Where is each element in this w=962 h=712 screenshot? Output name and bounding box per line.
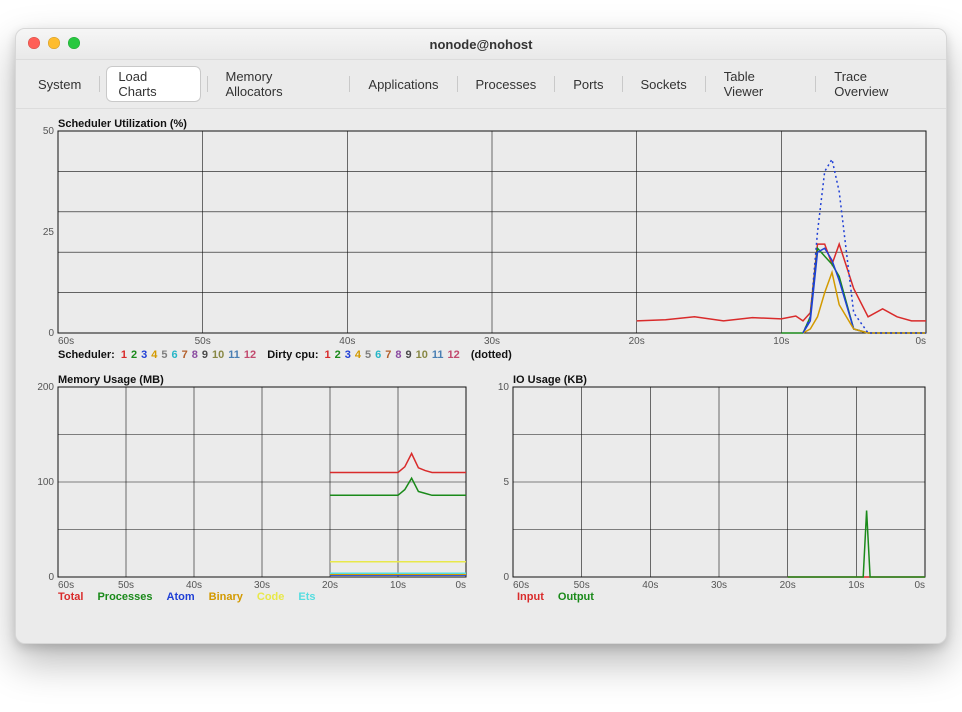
- svg-text:0s: 0s: [915, 336, 926, 347]
- tab-separator: [99, 76, 100, 92]
- io-legend: Input Output: [491, 591, 930, 603]
- scheduler-chart-block: Scheduler Utilization (%) 60s 50s 40s 30s 20s…: [32, 115, 930, 361]
- tab-table-viewer[interactable]: Table Viewer: [712, 66, 810, 102]
- svg-text:20s: 20s: [629, 336, 645, 347]
- tab-memory-allocators[interactable]: Memory Allocators: [213, 66, 343, 102]
- svg-text:30s: 30s: [254, 580, 270, 591]
- tab-load-charts[interactable]: Load Charts: [106, 66, 200, 102]
- app-window: nonode@nohost System Load Charts Memory Al…: [15, 28, 947, 644]
- window-title: nonode@nohost: [16, 37, 946, 52]
- svg-text:60s: 60s: [58, 580, 74, 591]
- svg-text:0: 0: [48, 572, 54, 583]
- svg-text:10s: 10s: [848, 580, 864, 591]
- tab-separator: [349, 76, 350, 92]
- memory-chart-block: Memory Usage (MB) 60s 50s 40s 30s 20s 10s 0s 0 10…: [32, 371, 471, 603]
- svg-text:200: 200: [37, 382, 54, 393]
- memory-chart: Memory Usage (MB) 60s 50s 40s 30s 20s 10s 0s 0 10…: [32, 371, 470, 591]
- legend-item-atom: Atom: [167, 591, 195, 603]
- tab-separator: [705, 76, 706, 92]
- io-chart-block: IO Usage (KB) 60s 50s 40s 30s 20s 10s 0s 0 5 10 In…: [491, 371, 930, 603]
- tab-separator: [815, 76, 816, 92]
- tab-separator: [622, 76, 623, 92]
- svg-text:50s: 50s: [574, 580, 590, 591]
- tab-separator: [457, 76, 458, 92]
- svg-text:0: 0: [48, 328, 54, 339]
- tab-separator: [207, 76, 208, 92]
- svg-text:60s: 60s: [513, 580, 529, 591]
- tab-separator: [554, 76, 555, 92]
- zoom-icon[interactable]: [68, 37, 80, 49]
- traffic-lights: [28, 37, 80, 49]
- legend-item-input: Input: [517, 591, 544, 603]
- svg-text:10s: 10s: [390, 580, 406, 591]
- svg-text:5: 5: [503, 477, 509, 488]
- legend-item-processes: Processes: [97, 591, 152, 603]
- svg-text:10: 10: [498, 382, 510, 393]
- close-icon[interactable]: [28, 37, 40, 49]
- legend-item-code: Code: [257, 591, 285, 603]
- svg-text:25: 25: [43, 227, 55, 238]
- tab-processes[interactable]: Processes: [464, 74, 549, 95]
- svg-text:0s: 0s: [914, 580, 925, 591]
- svg-text:30s: 30s: [484, 336, 500, 347]
- legend-item-total: Total: [58, 591, 83, 603]
- svg-text:0: 0: [503, 572, 509, 583]
- scheduler-chart: Scheduler Utilization (%) 60s 50s 40s 30s 20s…: [32, 115, 930, 347]
- content: Scheduler Utilization (%)60s50s40s30s20s…: [16, 109, 946, 643]
- svg-text:50s: 50s: [118, 580, 134, 591]
- tab-ports[interactable]: Ports: [561, 74, 615, 95]
- minimize-icon[interactable]: [48, 37, 60, 49]
- svg-text:50s: 50s: [195, 336, 211, 347]
- svg-text:20s: 20s: [780, 580, 796, 591]
- tab-system[interactable]: System: [26, 74, 93, 95]
- svg-text:Scheduler Utilization (%): Scheduler Utilization (%): [58, 118, 187, 130]
- tab-applications[interactable]: Applications: [356, 74, 450, 95]
- svg-text:100: 100: [37, 477, 54, 488]
- tabbar: System Load Charts Memory Allocators Applic…: [16, 60, 946, 109]
- svg-text:20s: 20s: [322, 580, 338, 591]
- svg-text:0s: 0s: [455, 580, 466, 591]
- svg-text:60s: 60s: [58, 336, 74, 347]
- tab-sockets[interactable]: Sockets: [629, 74, 699, 95]
- io-chart: IO Usage (KB) 60s 50s 40s 30s 20s 10s 0s 0 5 10: [491, 371, 929, 591]
- svg-text:10s: 10s: [773, 336, 789, 347]
- svg-text:40s: 40s: [339, 336, 355, 347]
- svg-text:40s: 40s: [186, 580, 202, 591]
- svg-text:40s: 40s: [642, 580, 658, 591]
- svg-text:IO Usage (KB): IO Usage (KB): [513, 374, 587, 386]
- svg-text:50: 50: [43, 126, 55, 137]
- svg-text:30s: 30s: [711, 580, 727, 591]
- memory-legend: Total Processes Atom Binary Code Ets: [32, 591, 471, 603]
- legend-item-output: Output: [558, 591, 594, 603]
- legend-item-ets: Ets: [298, 591, 315, 603]
- titlebar: nonode@nohost: [16, 29, 946, 60]
- tab-trace-overview[interactable]: Trace Overview: [822, 66, 936, 102]
- svg-text:Memory Usage (MB): Memory Usage (MB): [58, 374, 164, 386]
- scheduler-legend: Scheduler:123456789101112 Dirty cpu:1234…: [32, 347, 930, 361]
- legend-item-binary: Binary: [209, 591, 243, 603]
